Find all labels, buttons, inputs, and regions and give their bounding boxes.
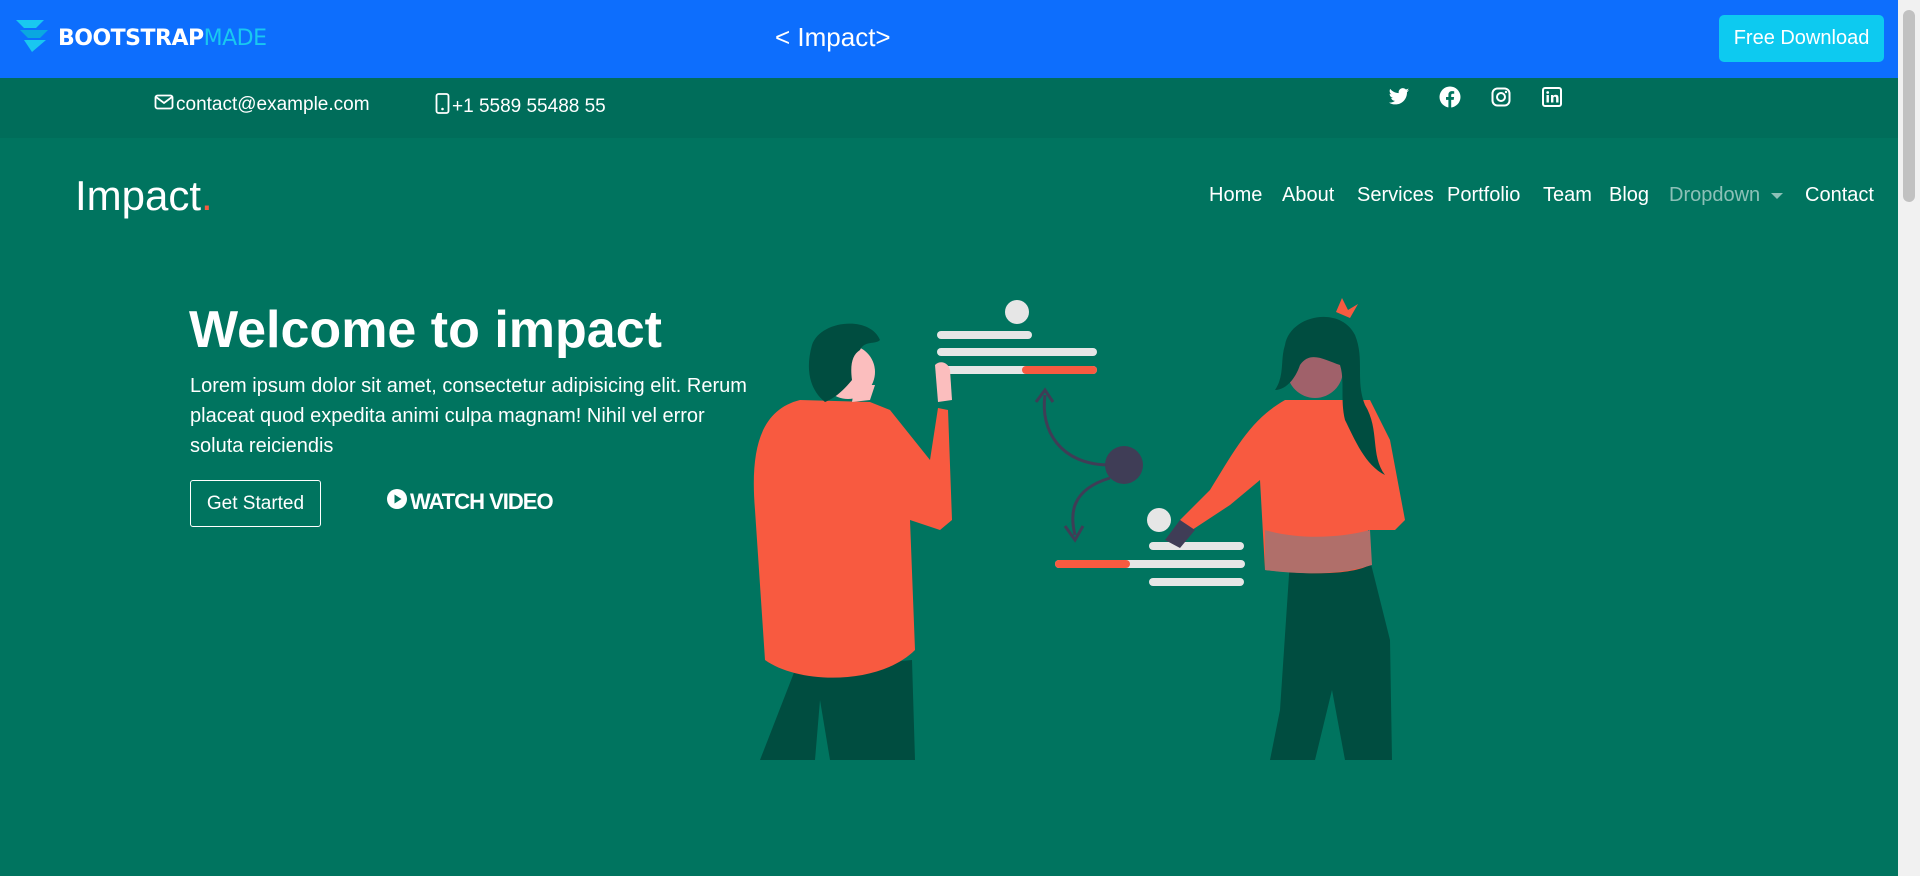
site-brand-text: Impact	[75, 172, 202, 219]
twitter-icon[interactable]	[1388, 86, 1410, 108]
facebook-icon[interactable]	[1439, 86, 1461, 108]
phone-icon	[435, 93, 450, 120]
bootstrapmade-logo-text-1: BOOTSTRAP	[58, 26, 204, 51]
hero-description: Lorem ipsum dolor sit amet, consectetur …	[190, 375, 747, 457]
nav-item-home[interactable]: Home	[1209, 184, 1262, 207]
caret-down-icon	[1766, 184, 1784, 206]
get-started-button[interactable]: Get Started	[190, 480, 321, 527]
free-download-button[interactable]: Free Download	[1719, 15, 1884, 62]
top-contact-bar: contact@example.com +1 5589 55488 55	[0, 78, 1898, 138]
social-links	[1388, 86, 1563, 108]
contact-phone-text: +1 5589 55488 55	[452, 95, 606, 117]
bootstrapmade-banner: BOOTSTRAPMADE < Impact> Free Download	[0, 0, 1898, 78]
bootstrapmade-logo-text-2: MADE	[203, 26, 267, 51]
page-scrollbar[interactable]	[1898, 0, 1920, 876]
nav-item-about[interactable]: About	[1282, 184, 1334, 207]
bootstrapmade-logo-icon	[14, 18, 52, 59]
bootstrapmade-logo[interactable]: BOOTSTRAPMADE	[14, 18, 267, 59]
nav-item-services[interactable]: Services	[1357, 184, 1434, 207]
scrollbar-thumb[interactable]	[1903, 10, 1915, 202]
hero-illustration	[740, 290, 1460, 765]
contact-phone[interactable]: +1 5589 55488 55	[435, 93, 606, 120]
contact-email-text: contact@example.com	[176, 94, 370, 115]
banner-title: < Impact>	[775, 22, 891, 52]
nav-dropdown-label: Dropdown	[1669, 184, 1761, 206]
nav-item-contact[interactable]: Contact	[1805, 184, 1874, 207]
site-brand[interactable]: Impact.	[75, 172, 213, 220]
watch-video-label: WATCH VIDEO	[410, 489, 554, 514]
nav-item-dropdown[interactable]: Dropdown	[1669, 184, 1784, 207]
nav-item-blog[interactable]: Blog	[1609, 184, 1649, 207]
envelope-icon	[154, 93, 174, 117]
hero-title: Welcome to impact	[189, 301, 662, 359]
nav-item-team[interactable]: Team	[1543, 184, 1592, 207]
instagram-icon[interactable]	[1490, 86, 1512, 108]
contact-email[interactable]: contact@example.com	[154, 93, 370, 117]
nav-item-portfolio[interactable]: Portfolio	[1447, 184, 1520, 207]
play-circle-icon	[386, 488, 408, 516]
watch-video-button[interactable]: WATCH VIDEO	[386, 488, 554, 516]
linkedin-icon[interactable]	[1541, 86, 1563, 108]
site-brand-dot: .	[201, 172, 213, 219]
